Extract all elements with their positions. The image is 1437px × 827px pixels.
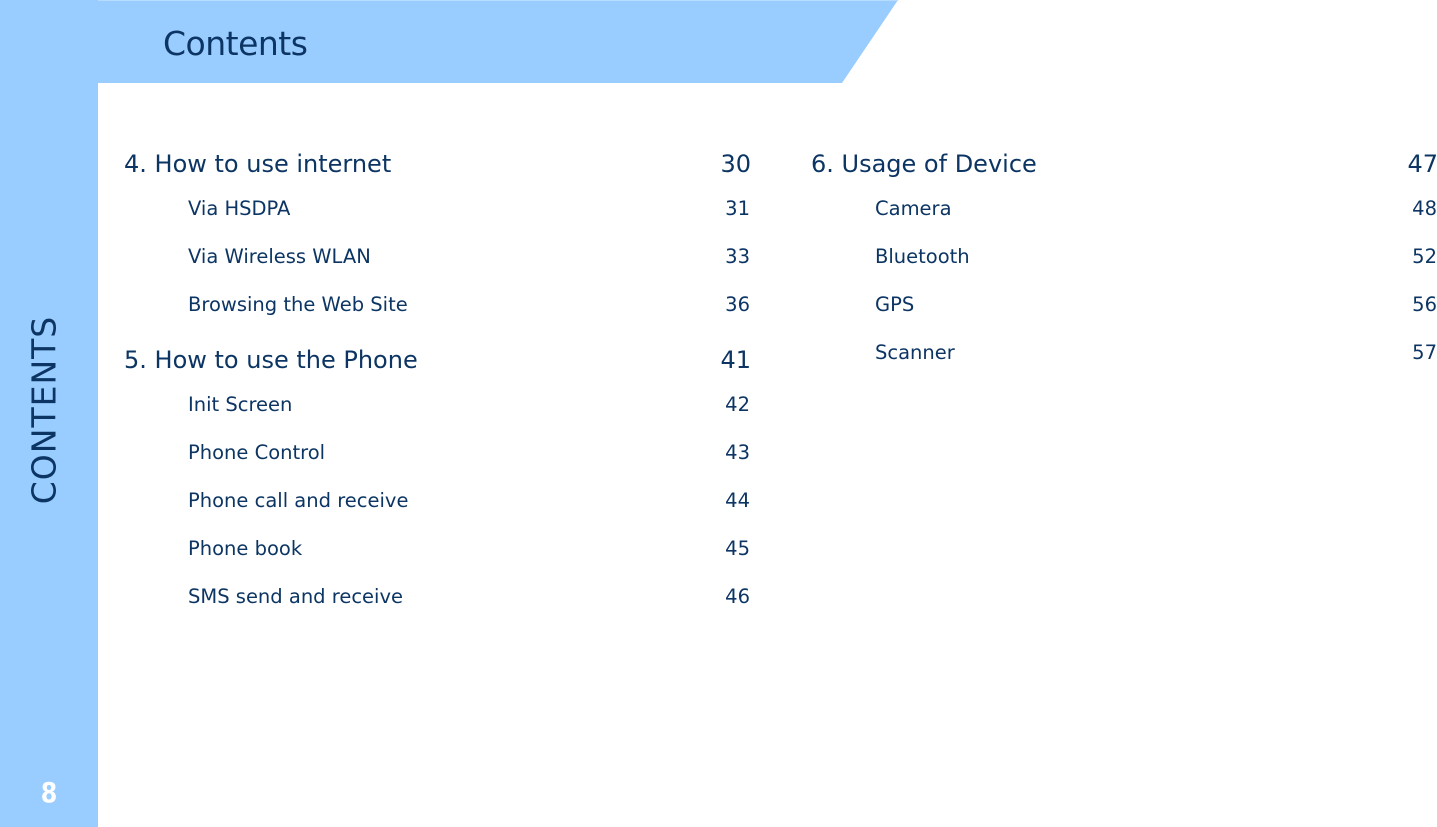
- toc-item-title: Camera: [875, 197, 952, 220]
- toc-item[interactable]: Init Screen 42: [124, 390, 751, 438]
- toc-section-title: 4. How to use internet: [124, 150, 392, 178]
- toc-item-page: 48: [1412, 197, 1437, 220]
- toc-item[interactable]: Phone call and receive 44: [124, 486, 751, 534]
- toc-item[interactable]: Via Wireless WLAN 33: [124, 242, 751, 290]
- toc-item-page: 43: [725, 441, 750, 464]
- toc-item[interactable]: GPS 56: [811, 290, 1437, 338]
- toc-section[interactable]: 5. How to use the Phone 41: [124, 340, 751, 390]
- toc-item-page: 44: [725, 489, 750, 512]
- toc-item-title: Phone book: [188, 537, 303, 560]
- toc-item[interactable]: Phone book 45: [124, 534, 751, 582]
- toc-item-page: 36: [725, 293, 750, 316]
- toc-item-title: Phone call and receive: [188, 489, 409, 512]
- toc-section[interactable]: 4. How to use internet 30: [124, 144, 751, 194]
- toc-item[interactable]: Via HSDPA 31: [124, 194, 751, 242]
- toc-section[interactable]: 6. Usage of Device 47: [811, 144, 1437, 194]
- toc-section-page: 30: [720, 150, 751, 178]
- toc-section-page: 41: [720, 346, 751, 374]
- toc-item-page: 46: [725, 585, 750, 608]
- toc-column-left: 4. How to use internet 30 Via HSDPA 31 V…: [124, 144, 751, 630]
- toc-item-page: 31: [725, 197, 750, 220]
- manual-page: Contents CONTENTS 8 4. How to use intern…: [0, 0, 1437, 827]
- toc-section-page: 47: [1407, 150, 1437, 178]
- toc-item-title: Init Screen: [188, 393, 293, 416]
- toc-item-page: 57: [1412, 341, 1437, 364]
- toc-item-title: Bluetooth: [875, 245, 970, 268]
- header-banner: [98, 0, 898, 130]
- toc-section-title: 6. Usage of Device: [811, 150, 1037, 178]
- toc-item-title: SMS send and receive: [188, 585, 404, 608]
- toc-item-page: 52: [1412, 245, 1437, 268]
- toc-column-right: 6. Usage of Device 47 Camera 48 Bluetoot…: [811, 144, 1437, 386]
- toc-item-title: Phone Control: [188, 441, 326, 464]
- toc-item-title: Browsing the Web Site: [188, 293, 408, 316]
- toc-item-page: 45: [725, 537, 750, 560]
- toc-item[interactable]: SMS send and receive 46: [124, 582, 751, 630]
- toc-item-page: 42: [725, 393, 750, 416]
- toc-item[interactable]: Camera 48: [811, 194, 1437, 242]
- toc-item-page: 56: [1412, 293, 1437, 316]
- toc-item[interactable]: Phone Control 43: [124, 438, 751, 486]
- toc-item-title: GPS: [875, 293, 915, 316]
- page-number: 8: [40, 776, 58, 809]
- side-section-label: CONTENTS: [24, 315, 64, 505]
- toc-item-title: Via HSDPA: [188, 197, 291, 220]
- toc-item[interactable]: Scanner 57: [811, 338, 1437, 386]
- toc-item-title: Scanner: [875, 341, 955, 364]
- toc-section-title: 5. How to use the Phone: [124, 346, 418, 374]
- toc-item[interactable]: Bluetooth 52: [811, 242, 1437, 290]
- toc-item[interactable]: Browsing the Web Site 36: [124, 290, 751, 338]
- toc-item-page: 33: [725, 245, 750, 268]
- page-title: Contents: [163, 24, 308, 63]
- toc-item-title: Via Wireless WLAN: [188, 245, 371, 268]
- content-panel-corner: [98, 83, 620, 130]
